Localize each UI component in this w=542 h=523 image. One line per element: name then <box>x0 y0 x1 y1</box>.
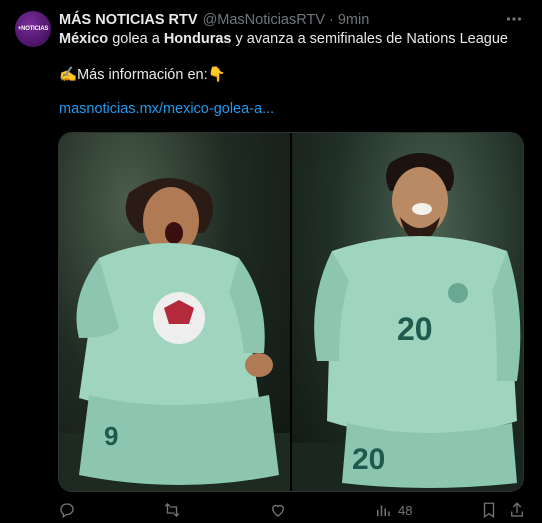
views-icon <box>377 505 390 516</box>
reply-button[interactable] <box>58 501 76 519</box>
share-icon <box>511 502 523 517</box>
jersey-number-right-shorts: 20 <box>352 443 385 476</box>
views-count: 48 <box>398 502 413 518</box>
tweet-actions: 48 <box>58 501 532 523</box>
pointing-down-emoji: 👇 <box>207 67 226 83</box>
photo-right[interactable]: 20 20 <box>292 133 523 491</box>
reply-icon <box>60 503 74 519</box>
smile <box>412 203 432 215</box>
tweet-header: MÁS NOTICIAS RTV @MasNoticiasRTV · 9min <box>59 10 492 30</box>
separator-dot: · <box>328 12 334 28</box>
tweet-text-part: y avanza a semifinales de Nations League <box>231 31 508 47</box>
avatar[interactable]: +NOTICIAS <box>15 11 51 47</box>
more-options-icon[interactable] <box>504 9 524 29</box>
face <box>392 167 448 235</box>
article-link-text[interactable]: masnoticias.mx/mexico-golea-a... <box>59 101 274 117</box>
media-grid: 9 20 20 <box>58 132 524 492</box>
tweet-text-bold-honduras: Honduras <box>163 31 232 47</box>
bookmark-icon <box>483 502 495 519</box>
avatar-text: +NOTICIAS <box>17 26 49 32</box>
account-name[interactable]: MÁS NOTICIAS RTV <box>59 12 198 28</box>
player-photo-left: 9 <box>59 178 290 491</box>
more-info-text: Más información en: <box>77 67 208 83</box>
open-mouth <box>165 222 183 244</box>
tweet-text-part: golea a <box>108 31 164 47</box>
repost-button[interactable] <box>163 501 181 519</box>
tweet-text: México golea a Honduras y avanza a semif… <box>59 31 508 47</box>
tweet-text-bold-mexico: México <box>59 31 109 47</box>
heart-icon <box>272 504 284 517</box>
share-button[interactable] <box>508 501 526 519</box>
jersey-number-right-chest: 20 <box>397 311 433 347</box>
repost-icon <box>164 503 180 517</box>
crest <box>448 283 468 303</box>
tweet-text-more-info: ✍️Más información en:👇 <box>59 66 226 83</box>
jersey-number-left: 9 <box>104 421 118 451</box>
photo-left[interactable]: 9 <box>59 133 290 491</box>
account-handle[interactable]: @MasNoticiasRTV <box>203 12 325 28</box>
player-photo-right: 20 20 <box>292 153 523 491</box>
article-link[interactable]: masnoticias.mx/mexico-golea-a... <box>59 101 274 117</box>
views-button[interactable]: 48 <box>374 501 412 519</box>
bookmark-button[interactable] <box>480 501 498 519</box>
tweet-time[interactable]: 9min <box>338 12 369 28</box>
fist <box>245 353 273 377</box>
writing-hand-emoji: ✍️ <box>59 67 78 83</box>
like-button[interactable] <box>269 501 287 519</box>
